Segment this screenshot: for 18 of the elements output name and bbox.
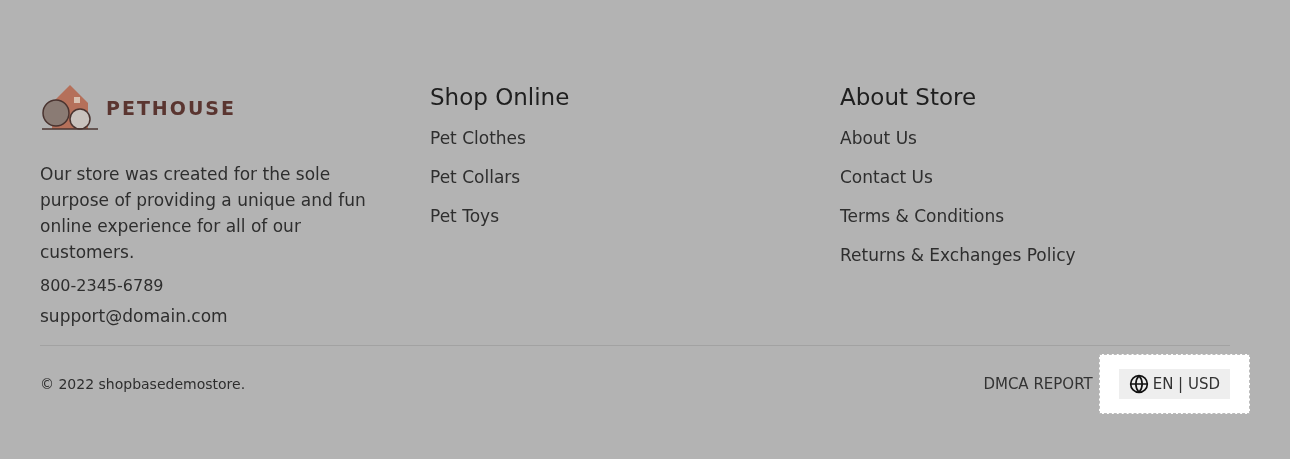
copyright-text: © 2022 shopbasedemostore. bbox=[40, 374, 246, 394]
footer-link[interactable]: Pet Clothes bbox=[430, 125, 526, 151]
footer-link[interactable]: Terms & Conditions bbox=[840, 203, 1005, 229]
column-heading: About Store bbox=[840, 83, 978, 112]
phone-number: 800-2345-6789 bbox=[40, 275, 165, 297]
locale-button[interactable]: EN | USD bbox=[1118, 368, 1230, 400]
footer-link[interactable]: Pet Toys bbox=[430, 203, 499, 229]
globe-icon bbox=[1128, 374, 1149, 394]
footer-link[interactable]: Returns & Exchanges Policy bbox=[840, 242, 1076, 268]
store-description: Our store was created for the sole purpose of providing a unique and fun online experience for all of our customers. bbox=[40, 163, 367, 264]
column-heading: Shop Online bbox=[430, 83, 571, 112]
dmca-link[interactable]: DMCA REPORT bbox=[983, 372, 1093, 396]
email-link[interactable]: support@domain.com bbox=[40, 303, 380, 329]
footer-link[interactable]: Pet Collars bbox=[430, 164, 521, 190]
brand-name: PETHOUSE bbox=[106, 95, 236, 121]
logo-icon bbox=[40, 83, 100, 133]
footer-link[interactable]: About Us bbox=[840, 125, 917, 151]
footer-link[interactable]: Contact Us bbox=[840, 164, 933, 190]
